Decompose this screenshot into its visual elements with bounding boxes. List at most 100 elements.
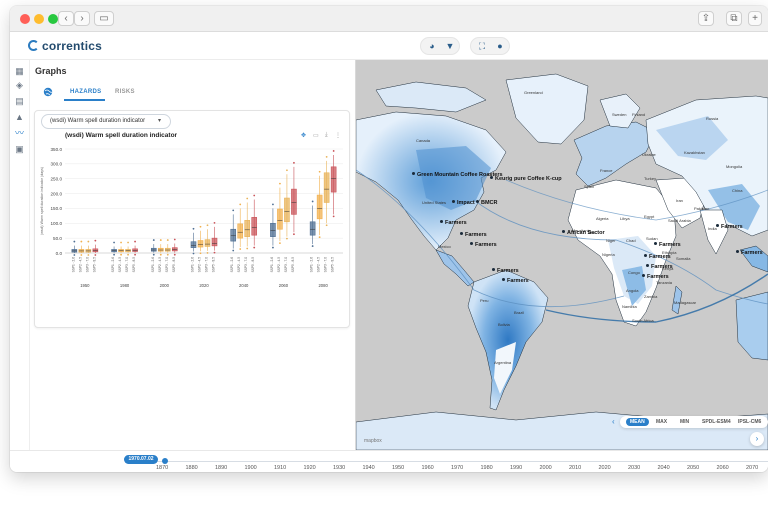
zoom-icon[interactable]: ✥ bbox=[301, 132, 306, 139]
marker-label: Farmers bbox=[659, 242, 681, 248]
marker-label: Farmers bbox=[445, 220, 467, 226]
map-marker-farmers[interactable]: Farmers bbox=[646, 264, 673, 270]
country-label: Angola bbox=[626, 288, 639, 293]
timeline-year-label[interactable]: 1980 bbox=[481, 465, 493, 471]
tabs-icon: ⧉ bbox=[730, 13, 738, 24]
buildings-icon[interactable]: ▤ bbox=[14, 96, 25, 107]
timeline-year-label[interactable]: 1960 bbox=[422, 465, 434, 471]
x-tick-label: SSP3 - 7.0 bbox=[324, 257, 328, 273]
zoom-window-button[interactable] bbox=[48, 14, 58, 24]
dashboard-icon[interactable]: ▦ bbox=[14, 66, 25, 77]
timeline-year-label[interactable]: 2070 bbox=[746, 465, 758, 471]
model-legend: MEAN MAX MIN SPDL-ESM4 IPSL-CM6 bbox=[620, 416, 768, 428]
legend-spdl-esm4[interactable]: SPDL-ESM4 bbox=[702, 419, 731, 425]
map-marker-farmers[interactable]: Farmers bbox=[492, 268, 519, 274]
fit-bounds-icon[interactable]: ⛶ bbox=[475, 40, 489, 53]
palette-icon[interactable]: ◕ bbox=[425, 40, 439, 53]
filter-icon[interactable]: ▼ bbox=[443, 40, 457, 53]
outlier-point bbox=[87, 240, 90, 243]
location-pin-icon[interactable]: ● bbox=[493, 40, 507, 53]
timeline-year-label[interactable]: 1930 bbox=[333, 465, 345, 471]
box bbox=[211, 237, 218, 247]
map-marker-farmers[interactable]: Farmers bbox=[440, 220, 467, 226]
timeline-year-label[interactable]: 2020 bbox=[599, 465, 611, 471]
timeline-year-label[interactable]: 1970 bbox=[451, 465, 463, 471]
map-marker-bmcr[interactable]: BMCR bbox=[476, 200, 498, 206]
x-tick-label: SSP1 - 2.6 bbox=[310, 257, 314, 273]
marker-dot bbox=[736, 250, 739, 253]
report-icon[interactable]: ▣ bbox=[14, 144, 25, 155]
map-marker-farmers[interactable]: Farmers bbox=[470, 242, 497, 248]
box bbox=[270, 222, 276, 237]
timeline-year-label[interactable]: 1910 bbox=[274, 465, 286, 471]
tab-hazards[interactable]: HAZARDS bbox=[70, 89, 101, 95]
map-marker-african-sector[interactable]: African Sector bbox=[562, 230, 605, 236]
indicator-select[interactable]: (wsdi) Warm spell duration indicator ▾ bbox=[41, 114, 171, 129]
timeline-handle[interactable] bbox=[162, 458, 168, 464]
mapbox-attribution: mapbox bbox=[364, 438, 382, 444]
map-expand-chevron-icon[interactable]: › bbox=[750, 432, 764, 446]
timeline-year-label[interactable]: 1890 bbox=[215, 465, 227, 471]
graphs-icon[interactable]: 〰 bbox=[14, 128, 25, 139]
map-marker-farmers[interactable]: Farmers bbox=[716, 224, 743, 230]
comment-icon[interactable]: ▭ bbox=[313, 132, 319, 139]
timeline-year-label[interactable]: 1900 bbox=[245, 465, 257, 471]
timeline-year-label[interactable]: 2030 bbox=[628, 465, 640, 471]
timeline-slider[interactable]: 1970.07.02 1870 1880 1890 1900 1910 1920 1930 1… bbox=[10, 450, 768, 472]
timeline-year-label[interactable]: 1940 bbox=[363, 465, 375, 471]
timeline-year-label[interactable]: 1920 bbox=[304, 465, 316, 471]
country-label: France bbox=[600, 168, 613, 173]
warning-icon[interactable]: ▲ bbox=[14, 112, 25, 123]
outlier-point bbox=[206, 252, 209, 254]
marker-label: BMCR bbox=[481, 200, 498, 206]
legend-max[interactable]: MAX bbox=[656, 419, 667, 425]
close-window-button[interactable] bbox=[20, 14, 30, 24]
share-button[interactable]: ⇪ bbox=[698, 11, 714, 26]
forward-button[interactable]: › bbox=[74, 11, 90, 26]
graphs-panel: Graphs HAZARDS RISKS (wsdi) Warm spell d… bbox=[30, 60, 356, 450]
more-icon[interactable]: ⋮ bbox=[335, 132, 341, 139]
outlier-point bbox=[94, 254, 97, 256]
app-logo[interactable]: correntics bbox=[28, 39, 102, 53]
country-label: Spain bbox=[584, 184, 595, 189]
timeline-year-label[interactable]: 2000 bbox=[540, 465, 552, 471]
map-marker-farmers[interactable]: Farmers bbox=[654, 242, 681, 248]
map-marker-farmers[interactable]: Farmers bbox=[736, 250, 763, 256]
timeline-year-label[interactable]: 1880 bbox=[186, 465, 198, 471]
map-marker-green-mountain[interactable]: Green Mountain Coffee Roasters bbox=[412, 172, 503, 178]
timeline-year-label[interactable]: 2010 bbox=[569, 465, 581, 471]
y-tick-label: 200.0 bbox=[51, 191, 63, 196]
map-marker-impact[interactable]: Impact bbox=[452, 200, 475, 206]
map-marker-farmers[interactable]: Farmers bbox=[642, 274, 669, 280]
outlier-point bbox=[318, 236, 321, 239]
timeline-year-label[interactable]: 1990 bbox=[510, 465, 522, 471]
map-marker-keurig[interactable]: Keurig pure Coffee K-cup bbox=[490, 176, 562, 182]
download-icon[interactable]: ⤓ bbox=[325, 132, 328, 139]
outlier-point bbox=[311, 200, 314, 203]
new-tab-button[interactable]: + bbox=[748, 11, 762, 26]
layers-icon[interactable]: ◈ bbox=[14, 80, 25, 91]
back-button[interactable]: ‹ bbox=[58, 11, 74, 26]
timeline-year-label[interactable]: 1870 bbox=[156, 465, 168, 471]
legend-scroll-left-icon[interactable]: ‹ bbox=[612, 416, 620, 428]
timeline-year-label[interactable]: 2050 bbox=[687, 465, 699, 471]
map-marker-farmers[interactable]: Farmers bbox=[460, 232, 487, 238]
map-marker-farmers[interactable]: Farmers bbox=[644, 254, 671, 260]
timeline-year-label[interactable]: 2040 bbox=[658, 465, 670, 471]
outlier-point bbox=[73, 254, 76, 256]
legend-ipsl-cm6[interactable]: IPSL-CM6 bbox=[738, 419, 761, 425]
country-label: Niger bbox=[606, 238, 616, 243]
minimize-window-button[interactable] bbox=[34, 14, 44, 24]
chart-toolbar: ✥ ▭ ⤓ ⋮ bbox=[299, 132, 345, 141]
tabs-overview-button[interactable]: ⧉ bbox=[726, 11, 742, 26]
box bbox=[330, 166, 337, 193]
map-marker-farmers[interactable]: Farmers bbox=[502, 278, 529, 284]
timeline-year-label[interactable]: 2060 bbox=[717, 465, 729, 471]
timeline-year-label[interactable]: 1950 bbox=[392, 465, 404, 471]
sidebar-toggle-button[interactable]: ▭ bbox=[94, 11, 114, 26]
legend-mean[interactable]: MEAN bbox=[626, 418, 649, 426]
legend-min[interactable]: MIN bbox=[680, 419, 689, 425]
x-group-label: 2080 bbox=[318, 283, 328, 288]
tab-risks[interactable]: RISKS bbox=[115, 89, 135, 95]
world-map[interactable]: Greenland Canada United States Mexico Br… bbox=[356, 60, 768, 450]
